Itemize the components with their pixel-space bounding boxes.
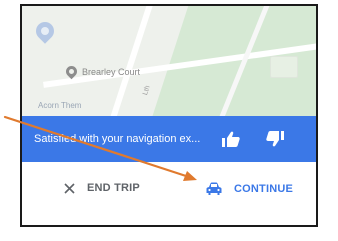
- street-label: Lth: [142, 84, 152, 97]
- trip-actions-bar: END TRIP CONTINUE: [22, 162, 316, 225]
- end-trip-button[interactable]: END TRIP: [64, 182, 140, 194]
- place-label: Brearley Court: [82, 67, 141, 77]
- thumbs-down-button[interactable]: [262, 126, 288, 152]
- car-icon: [206, 182, 222, 196]
- close-icon: [64, 182, 75, 194]
- street-label: Acorn Them: [38, 101, 82, 110]
- feedback-banner: Satisfied with your navigation ex...: [22, 116, 316, 162]
- thumbs-up-icon: [222, 131, 240, 147]
- continue-button[interactable]: CONTINUE: [206, 182, 293, 196]
- end-trip-label: END TRIP: [87, 182, 140, 194]
- map-view[interactable]: Brearley Court Acorn Them Lth: [22, 6, 316, 116]
- thumbs-down-icon: [266, 131, 284, 147]
- map-road: [102, 6, 158, 116]
- continue-label: CONTINUE: [234, 183, 294, 195]
- feedback-prompt: Satisfied with your navigation ex...: [34, 133, 201, 145]
- map-landmark: [270, 56, 298, 78]
- phone-screen: Brearley Court Acorn Them Lth Satisfied …: [20, 4, 318, 227]
- location-pin-icon[interactable]: [32, 18, 58, 44]
- thumbs-up-button[interactable]: [218, 126, 244, 152]
